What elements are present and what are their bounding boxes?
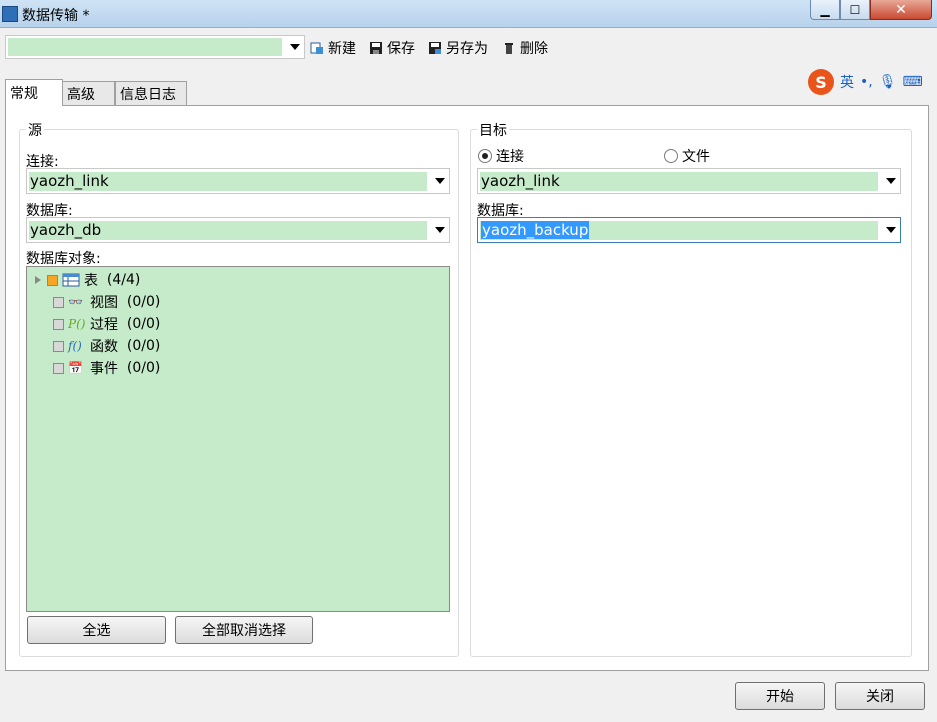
tree-item-procedures-checkbox[interactable] [53, 318, 64, 330]
target-file-radio[interactable]: 文件 [664, 146, 710, 166]
keyboard-icon[interactable]: ⌨ [903, 74, 923, 90]
save-as-button[interactable]: 另存为 [428, 38, 488, 58]
tab-log[interactable]: 信息日志 [115, 81, 187, 105]
tree-item-label: 函数 [90, 339, 118, 355]
window-title: 数据传输 * [22, 8, 90, 24]
target-database-field: yaozh_backup [480, 221, 878, 240]
maximize-button[interactable]: ☐ [840, 0, 870, 20]
new-icon [310, 42, 323, 54]
tree-item-events[interactable]: 📅 事件 (0/0) [53, 358, 160, 378]
tree-item-count: (0/0) [126, 316, 161, 332]
app-icon [2, 6, 18, 22]
tree-item-label: 过程 [90, 317, 118, 333]
target-group-label: 目标 [477, 120, 509, 140]
close-window-button[interactable]: ✕ [870, 0, 932, 20]
chevron-down-icon [435, 227, 445, 233]
radio-unselected-icon[interactable] [664, 149, 678, 163]
target-database-value: yaozh_backup [481, 221, 590, 239]
new-button[interactable]: 新建 [310, 38, 356, 58]
ime-toolbar: S 英 •, 🎙 ⌨ [808, 68, 928, 96]
punctuation-icon[interactable]: •, [860, 74, 873, 90]
source-database-value: yaozh_db [29, 221, 427, 240]
expand-arrow-icon[interactable] [35, 276, 41, 284]
database-objects-label: 数据库对象: [26, 251, 101, 267]
tree-item-count: (0/0) [126, 294, 161, 310]
minimize-button[interactable]: ▁ [810, 0, 840, 20]
save-icon [370, 42, 382, 54]
tab-log-label: 信息日志 [120, 86, 176, 103]
trash-icon [505, 43, 513, 54]
chevron-down-icon [886, 227, 896, 233]
radio-selected-icon[interactable] [478, 149, 492, 163]
tree-item-tables[interactable]: 表 (4/4) [35, 270, 140, 290]
save-button[interactable]: 保存 [369, 38, 415, 58]
tree-item-events-checkbox[interactable] [53, 362, 64, 374]
tab-general-label: 常规 [10, 86, 38, 102]
chevron-down-icon [290, 44, 300, 50]
select-all-button[interactable]: 全选 [27, 616, 166, 644]
select-all-label: 全选 [82, 623, 111, 639]
event-calendar-icon: 📅 [68, 361, 83, 375]
chevron-down-icon [886, 178, 896, 184]
save-as-icon [429, 42, 441, 54]
procedure-icon: P() [68, 317, 86, 331]
microphone-icon[interactable]: 🎙 [879, 74, 897, 90]
maximize-icon: ☐ [849, 2, 861, 17]
source-group-label: 源 [26, 120, 44, 140]
tree-item-label: 事件 [90, 361, 118, 377]
tree-item-views-checkbox[interactable] [53, 296, 64, 308]
profile-select[interactable] [5, 35, 305, 59]
tree-item-count: (0/0) [126, 360, 161, 376]
tree-item-functions-checkbox[interactable] [53, 340, 64, 352]
tree-item-count: (0/0) [126, 338, 161, 354]
tree-item-label: 视图 [90, 295, 118, 311]
save-button-label: 保存 [387, 41, 415, 57]
start-button-label: 开始 [766, 689, 794, 705]
close-button-label: 关闭 [866, 689, 894, 705]
database-objects-tree[interactable]: 表 (4/4) 👓 视图 (0/0) P() 过程 (0/0) f() 函数 (… [26, 266, 450, 612]
target-connection-radio-label: 连接 [496, 149, 524, 165]
deselect-all-label: 全部取消选择 [202, 623, 286, 639]
target-file-radio-label: 文件 [682, 149, 710, 165]
tree-item-tables-checkbox[interactable] [47, 274, 58, 286]
glasses-icon: 👓 [68, 295, 83, 309]
deselect-all-button[interactable]: 全部取消选择 [175, 616, 313, 644]
tree-item-count: (4/4) [106, 272, 141, 288]
delete-button[interactable]: 删除 [502, 38, 548, 58]
tree-item-label: 表 [84, 273, 98, 289]
target-connection-select[interactable]: yaozh_link [477, 168, 901, 194]
tab-general[interactable]: 常规 [5, 79, 63, 106]
target-group: 目标 [470, 120, 912, 657]
source-database-select[interactable]: yaozh_db [26, 217, 450, 243]
chevron-down-icon [435, 178, 445, 184]
close-button[interactable]: 关闭 [835, 682, 925, 710]
profile-select-value [8, 38, 282, 56]
table-icon [62, 273, 80, 287]
start-button[interactable]: 开始 [735, 682, 825, 710]
tree-item-functions[interactable]: f() 函数 (0/0) [53, 336, 160, 356]
ime-mode[interactable]: 英 [840, 72, 854, 92]
target-database-select[interactable]: yaozh_backup [477, 217, 901, 243]
tree-item-views[interactable]: 👓 视图 (0/0) [53, 292, 160, 312]
function-icon: f() [68, 339, 82, 353]
close-icon: ✕ [895, 1, 907, 18]
tab-advanced-label: 高级 [67, 86, 95, 103]
target-connection-radio[interactable]: 连接 [478, 146, 524, 166]
tree-item-procedures[interactable]: P() 过程 (0/0) [53, 314, 160, 334]
sogou-logo-icon: S [808, 69, 834, 95]
source-connection-value: yaozh_link [29, 172, 427, 191]
minimize-icon: ▁ [820, 2, 830, 17]
save-as-button-label: 另存为 [446, 41, 488, 57]
delete-button-label: 删除 [520, 41, 548, 57]
target-connection-value: yaozh_link [480, 172, 878, 191]
tab-advanced[interactable]: 高级 [62, 81, 115, 105]
new-button-label: 新建 [328, 41, 356, 57]
source-connection-select[interactable]: yaozh_link [26, 168, 450, 194]
title-bar: 数据传输 * ▁ ☐ ✕ [0, 0, 937, 28]
